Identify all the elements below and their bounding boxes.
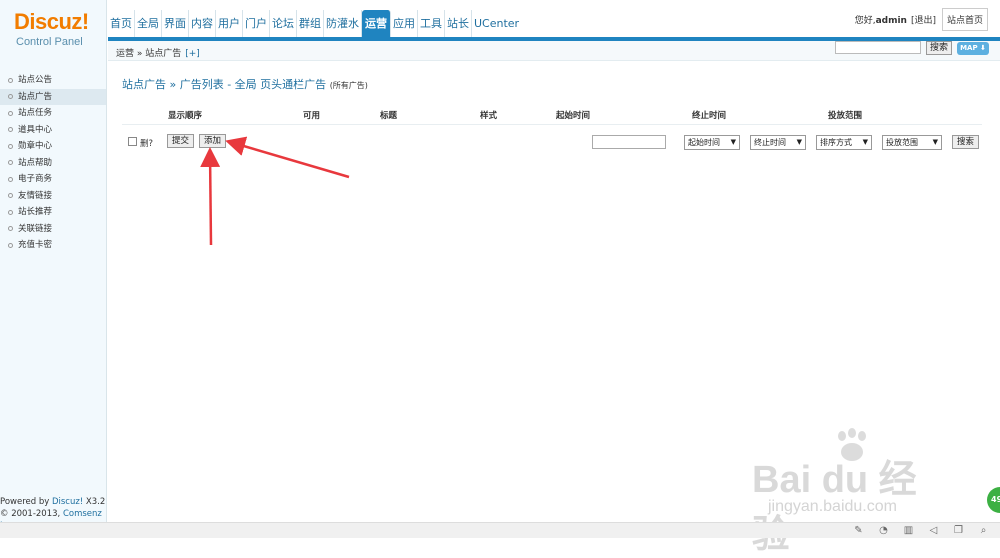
breadcrumb: 运营 » 站点广告 [+] [116,49,200,59]
username: admin [875,15,907,26]
dropdown-arrow-icon: ▼ [862,138,868,146]
col-title: 标题 [380,111,398,121]
title-note: (所有广告) [329,81,368,90]
search-icon[interactable]: ⌕ [978,525,989,536]
nav-ucenter[interactable]: UCenter [472,10,521,37]
delete-label: 删? [140,139,154,149]
sidebar-menu: 站点公告 站点广告 站点任务 道具中心 勋章中心 站点帮助 电子商务 友情链接 … [0,72,106,254]
site-home-button[interactable]: 站点首页 [941,7,988,31]
col-display-order: 显示顺序 [168,111,203,121]
dropdown-arrow-icon: ▼ [796,138,802,146]
user-area: 您好,admin [退出] 站点首页 [854,7,988,31]
volume-icon[interactable]: ◁ [928,525,939,536]
trash-icon[interactable]: ▥ [903,525,914,536]
delete-all-checkbox[interactable] [128,137,137,146]
nav-tools[interactable]: 工具 [418,10,445,37]
bullet-icon [8,176,13,182]
sidebar-item-announcements[interactable]: 站点公告 [0,72,106,89]
breadcrumb-bar: 运营 » 站点广告 [+] 搜索 MAP ⬇ [108,41,1000,61]
bullet-icon [8,226,13,232]
start-time-select[interactable]: 起始时间 ▼ [684,135,740,150]
sidebar-item-ads[interactable]: 站点广告 [0,88,106,105]
nav-content[interactable]: 内容 [189,10,216,37]
menu-search-input[interactable] [835,41,921,54]
bullet-icon [8,242,13,248]
logout-link[interactable]: [退出] [911,13,936,26]
col-start-time: 起始时间 [556,111,591,121]
submit-button[interactable]: 提交 [167,134,195,148]
bullet-icon [8,143,13,149]
sidebar-item-tasks[interactable]: 站点任务 [0,105,106,122]
top-nav: 首页 全局 界面 内容 用户 门户 论坛 群组 防灌水 运营 应用 工具 站长 … [108,10,521,37]
bullet-icon [8,77,13,83]
sort-select[interactable]: 排序方式 ▼ [816,135,872,150]
col-scope: 投放范围 [828,111,863,121]
nav-portal[interactable]: 门户 [243,10,270,37]
sidebar: 站点公告 站点广告 站点任务 道具中心 勋章中心 站点帮助 电子商务 友情链接 … [0,62,107,531]
watermark-url: jingyan.baidu.com [768,498,897,515]
speed-icon[interactable]: ◔ [878,525,889,536]
nav-interface[interactable]: 界面 [162,10,189,37]
pin-icon[interactable]: ✎ [853,525,864,536]
scope-select[interactable]: 投放范围 ▼ [882,135,942,150]
nav-operations[interactable]: 运营 [362,10,391,37]
nav-forum[interactable]: 论坛 [270,10,297,37]
sidebar-item-links[interactable]: 友情链接 [0,188,106,205]
bullet-icon [8,209,13,215]
sidebar-item-recommend[interactable]: 站长推荐 [0,204,106,221]
header: Discuz! Control Panel 首页 全局 界面 内容 用户 门户 … [0,0,1000,62]
nav-antispam[interactable]: 防灌水 [324,10,362,37]
nav-webmaster[interactable]: 站长 [445,10,472,37]
title-search-input[interactable] [592,135,666,149]
col-style: 样式 [480,111,498,121]
dropdown-arrow-icon: ▼ [730,138,736,146]
sidebar-item-cards[interactable]: 充值卡密 [0,237,106,254]
bullet-icon [8,127,13,133]
action-row: 删? 提交 添加 起始时间 ▼ 终止时间 ▼ 排序方式 ▼ 投放范围 ▼ 搜索 [108,134,1000,154]
logo: Discuz! Control Panel [0,0,107,62]
col-enabled: 可用 [303,111,321,121]
end-time-select[interactable]: 终止时间 ▼ [750,135,806,150]
col-end-time: 终止时间 [692,111,727,121]
map-button[interactable]: MAP ⬇ [957,42,989,55]
page-title: 站点广告 » 广告列表 - 全局 页头通栏广告 (所有广告) [122,78,368,91]
brand-subtitle: Control Panel [16,36,83,48]
window-icon[interactable]: ❐ [953,525,964,536]
bullet-icon [8,94,13,100]
nav-users[interactable]: 用户 [216,10,243,37]
table-header: 显示顺序 可用 标题 样式 起始时间 终止时间 投放范围 [122,101,982,125]
bullet-icon [8,110,13,116]
add-shortcut-link[interactable]: [+] [185,49,200,59]
sidebar-item-ecommerce[interactable]: 电子商务 [0,171,106,188]
nav-groups[interactable]: 群组 [297,10,324,37]
add-button[interactable]: 添加 [199,134,227,148]
filter-search-button[interactable]: 搜索 [952,135,980,149]
status-bar: ✎ ◔ ▥ ◁ ❐ ⌕ [0,522,1000,538]
baidu-watermark: Bai du 经验 jingyan.baidu.com [752,428,952,556]
bullet-icon [8,193,13,199]
sidebar-item-magic[interactable]: 道具中心 [0,122,106,139]
discuz-link[interactable]: Discuz! [52,497,83,507]
nav-apps[interactable]: 应用 [391,10,418,37]
dropdown-arrow-icon: ▼ [932,138,938,146]
nav-home[interactable]: 首页 [108,10,135,37]
nav-global[interactable]: 全局 [135,10,162,37]
bullet-icon [8,160,13,166]
brand-logo: Discuz! [14,9,89,34]
sidebar-item-medals[interactable]: 勋章中心 [0,138,106,155]
greeting: 您好,admin [854,15,907,26]
sidebar-item-help[interactable]: 站点帮助 [0,155,106,172]
menu-search-button[interactable]: 搜索 [926,41,953,55]
sidebar-item-related-links[interactable]: 关联链接 [0,221,106,238]
